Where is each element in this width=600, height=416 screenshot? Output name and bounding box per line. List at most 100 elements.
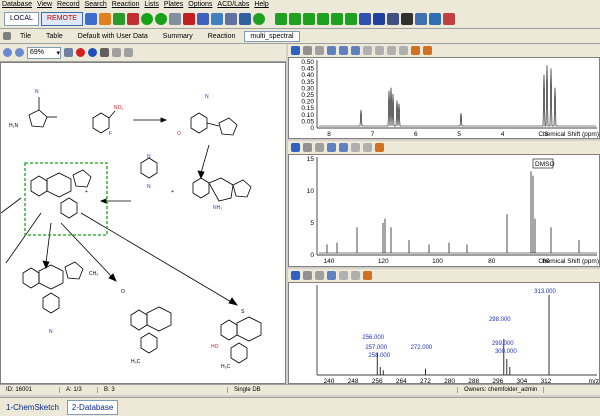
- zoom-value: 69%: [30, 49, 45, 56]
- menu-options[interactable]: Options: [188, 1, 212, 8]
- chemsketch-canvas[interactable]: H₂N N NO₂ F N O NH₂ N N + + O HO S N H₃C H₃C CH₃: [0, 62, 286, 384]
- prev-icon[interactable]: [375, 46, 384, 55]
- svg-text:N: N: [35, 89, 39, 95]
- star-icon[interactable]: [98, 12, 111, 25]
- refresh-icon[interactable]: [252, 12, 265, 25]
- atom-icon[interactable]: [76, 48, 85, 57]
- cursor-icon[interactable]: [303, 143, 312, 152]
- tab-default-user-data[interactable]: Default with User Data: [72, 31, 154, 42]
- view-icon[interactable]: [238, 12, 251, 25]
- tab-chemsketch[interactable]: 1-ChemSketch: [2, 401, 63, 414]
- move-icon[interactable]: [112, 48, 121, 57]
- prev-icon[interactable]: [339, 271, 348, 280]
- tab-summary[interactable]: Summary: [157, 31, 199, 42]
- spectrum-3-panel[interactable]: 240 248 256 264 272 280 288 296 304 312 m/z 313.000…: [288, 282, 600, 385]
- peak-icon[interactable]: [375, 143, 384, 152]
- x-tick-label: 4: [501, 131, 505, 138]
- menu-acdlabs[interactable]: ACD/Labs: [217, 1, 249, 8]
- prev-page-icon[interactable]: [288, 12, 301, 25]
- menu-search[interactable]: Search: [85, 1, 107, 8]
- export-icon[interactable]: [224, 12, 237, 25]
- zoom-icon[interactable]: [3, 48, 12, 57]
- goto-icon[interactable]: [358, 12, 371, 25]
- menu-help[interactable]: Help: [254, 1, 268, 8]
- peak-icon[interactable]: [363, 271, 372, 280]
- integrate-icon[interactable]: [423, 46, 432, 55]
- database-icon[interactable]: [84, 12, 97, 25]
- rotate-icon[interactable]: [124, 48, 133, 57]
- x-tick-label: 7: [371, 131, 375, 138]
- delete-icon[interactable]: [126, 12, 139, 25]
- spectrum-settings-icon[interactable]: [291, 143, 300, 152]
- molecule-icon[interactable]: [88, 48, 97, 57]
- zoom-x-icon[interactable]: [339, 143, 348, 152]
- zoom-box-icon[interactable]: [327, 46, 336, 55]
- next-icon[interactable]: [363, 143, 372, 152]
- menu-record[interactable]: Record: [57, 1, 80, 8]
- first-record-icon[interactable]: [274, 12, 287, 25]
- zoom-in-icon[interactable]: [15, 48, 24, 57]
- prev-record-icon[interactable]: [302, 12, 315, 25]
- zoom-x-icon[interactable]: [339, 46, 348, 55]
- tab-table[interactable]: Table: [40, 31, 69, 42]
- status-b: B: 3: [98, 387, 228, 393]
- spectrum-settings-icon[interactable]: [291, 271, 300, 280]
- hand-icon[interactable]: [315, 46, 324, 55]
- menu-lists[interactable]: Lists: [144, 1, 158, 8]
- x-tick-label: 100: [432, 258, 443, 265]
- nmr-c13-plot: 151050140 120 100 80 60Chemical Shift (ppm)D…: [307, 156, 599, 265]
- local-button[interactable]: LOCAL: [4, 11, 39, 26]
- menu-database[interactable]: Database: [2, 1, 32, 8]
- form-icon[interactable]: [386, 12, 399, 25]
- hand-icon[interactable]: [315, 143, 324, 152]
- grid-icon[interactable]: [100, 48, 109, 57]
- next-icon[interactable]: [387, 46, 396, 55]
- last-icon[interactable]: [399, 46, 408, 55]
- zoom-select[interactable]: 69% ▾: [27, 46, 61, 59]
- tab-reaction[interactable]: Reaction: [202, 31, 242, 42]
- tab-multi-spectral[interactable]: multi_spectral: [244, 30, 300, 42]
- y-tick-label: 0: [310, 252, 314, 259]
- zoom-box-icon[interactable]: [327, 271, 336, 280]
- first-icon[interactable]: [363, 46, 372, 55]
- list-icon[interactable]: [414, 12, 427, 25]
- chart-icon[interactable]: [428, 12, 441, 25]
- table-icon[interactable]: [372, 12, 385, 25]
- settings-icon[interactable]: [442, 12, 455, 25]
- fit-icon[interactable]: [64, 48, 73, 57]
- play-all-icon[interactable]: [154, 12, 167, 25]
- next-page-icon[interactable]: [330, 12, 343, 25]
- search-go-icon[interactable]: [112, 12, 125, 25]
- zoom-y-icon[interactable]: [351, 46, 360, 55]
- hash-icon[interactable]: [400, 12, 413, 25]
- x-tick-label: 5: [457, 131, 461, 138]
- next-icon[interactable]: [351, 271, 360, 280]
- status-db: Single DB: [228, 387, 458, 393]
- prev-icon[interactable]: [351, 143, 360, 152]
- hand-icon[interactable]: [315, 271, 324, 280]
- spectrum-settings-icon[interactable]: [291, 46, 300, 55]
- spectrum-1-panel[interactable]: 0.50 0.45 0.40 0.35 0.30 0.25 0.20 0.15 0.10 0.05…: [288, 57, 600, 139]
- svg-text:+: +: [171, 189, 174, 195]
- play-icon[interactable]: [140, 12, 153, 25]
- cancel-icon[interactable]: [182, 12, 195, 25]
- check-icon[interactable]: [168, 12, 181, 25]
- copy-icon[interactable]: [210, 12, 223, 25]
- zoom-box-icon[interactable]: [327, 143, 336, 152]
- arrow-icon[interactable]: [3, 32, 11, 40]
- menu-reaction[interactable]: Reaction: [112, 1, 140, 8]
- spectrum-2-panel[interactable]: 15 10 5 0 140 120 100 80 60 Chemical Shift (ppm) D…: [288, 154, 600, 267]
- remote-button[interactable]: REMOTE: [40, 11, 83, 26]
- cursor-icon[interactable]: [303, 46, 312, 55]
- next-record-icon[interactable]: [316, 12, 329, 25]
- tab-database[interactable]: 2-Database: [66, 399, 119, 415]
- peak-icon[interactable]: [411, 46, 420, 55]
- last-record-icon[interactable]: [344, 12, 357, 25]
- menu-view[interactable]: View: [37, 1, 52, 8]
- print-icon[interactable]: [196, 12, 209, 25]
- cursor-icon[interactable]: [303, 271, 312, 280]
- tab-tile[interactable]: Tile: [14, 31, 37, 42]
- reaction-scheme: H₂N N NO₂ F N O NH₂ N N + + O HO S N H₃C H₃C CH₃: [0, 89, 262, 370]
- menu-plates[interactable]: Plates: [164, 1, 183, 8]
- ms-peak-label: 298.000: [489, 317, 511, 323]
